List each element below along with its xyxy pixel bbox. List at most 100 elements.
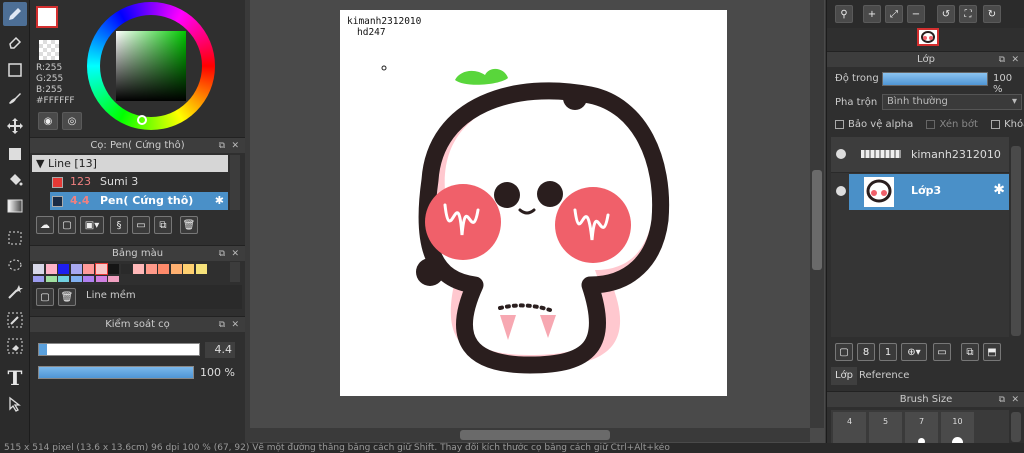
brush-list-scrollbar[interactable] xyxy=(230,155,240,210)
palette-swatch[interactable] xyxy=(70,276,82,282)
text-tool-icon[interactable]: T xyxy=(3,366,27,390)
tab-reference[interactable]: Reference xyxy=(857,367,909,385)
protect-alpha-checkbox[interactable]: Bảo vệ alpha xyxy=(835,119,913,130)
palette-scrollbar[interactable] xyxy=(230,262,240,282)
reset-view-icon[interactable]: ⛶ xyxy=(959,5,977,23)
horizontal-scroll-thumb[interactable] xyxy=(460,430,610,440)
vertical-scrollbar[interactable] xyxy=(810,0,824,428)
duplicate-layer-icon[interactable]: ⧉ xyxy=(961,343,979,361)
palette-swatch[interactable] xyxy=(94,263,108,275)
brush-size-cell[interactable]: 4 xyxy=(833,412,866,443)
saturation-value-square[interactable] xyxy=(116,31,186,101)
brush-size-cell[interactable]: 7 xyxy=(905,412,938,445)
brush-size-cell[interactable]: 5 xyxy=(869,412,902,443)
palette-swatch[interactable] xyxy=(183,264,194,274)
brush-settings-icon[interactable]: ✱ xyxy=(215,192,224,210)
layer-visibility-icon[interactable] xyxy=(836,186,846,196)
blend-mode-select[interactable]: Bình thường ▾ xyxy=(882,94,1022,110)
palette-swatch[interactable] xyxy=(120,264,132,274)
palette-swatch[interactable] xyxy=(45,264,57,274)
new-palette-icon[interactable]: ▢ xyxy=(36,288,54,306)
fill-rectangle-tool-icon[interactable] xyxy=(3,142,27,166)
tab-layer[interactable]: Lớp xyxy=(831,367,857,385)
brush-size-cell[interactable]: 10 xyxy=(941,412,974,448)
fit-screen-icon[interactable]: ⤢ xyxy=(885,5,903,23)
panel-close-icon[interactable]: ✕ xyxy=(231,141,239,151)
palette-swatch[interactable] xyxy=(83,276,94,282)
brush-item[interactable]: 123 Sumi 3 xyxy=(50,173,228,191)
brush-size-scrollbar[interactable] xyxy=(1011,412,1021,442)
brush-size-slider[interactable] xyxy=(38,343,200,356)
delete-palette-icon[interactable]: 🗑 xyxy=(58,288,76,306)
new-brush-icon[interactable]: ▢ xyxy=(58,216,76,234)
select-rectangle-tool-icon[interactable] xyxy=(3,226,27,250)
transparent-color-swatch[interactable] xyxy=(39,40,59,60)
palette-swatch[interactable] xyxy=(108,264,119,274)
hue-marker[interactable] xyxy=(137,115,147,125)
brush-group-header[interactable]: ▼ Line [13] xyxy=(32,155,228,172)
brush-item-selected[interactable]: 4.4 Pen( Cứng thô) ✱ xyxy=(50,192,228,210)
canvas-area[interactable]: kimanh2312010 hd247 xyxy=(245,0,825,443)
panel-float-icon[interactable]: ⧉ xyxy=(999,55,1005,65)
palette-swatch[interactable] xyxy=(33,264,44,274)
magic-wand-tool-icon[interactable] xyxy=(3,280,27,304)
palette-swatch[interactable] xyxy=(133,264,144,274)
color-history-icon[interactable]: ◎ xyxy=(62,112,82,130)
panel-float-icon[interactable]: ⧉ xyxy=(999,395,1005,405)
palette-swatch[interactable] xyxy=(58,276,69,282)
brush-menu-icon[interactable]: ▣▾ xyxy=(80,216,104,234)
palette-swatch[interactable] xyxy=(145,264,157,274)
new-layer-1bit-icon[interactable]: 1 xyxy=(879,343,897,361)
new-layer-icon[interactable]: ▢ xyxy=(835,343,853,361)
foreground-color-swatch[interactable] xyxy=(36,6,58,28)
palette-swatch[interactable] xyxy=(108,276,119,282)
select-eraser-tool-icon[interactable] xyxy=(3,334,27,358)
layer-visibility-icon[interactable] xyxy=(836,149,846,159)
move-tool-icon[interactable] xyxy=(3,114,27,138)
brush-tool-icon[interactable] xyxy=(3,86,27,110)
palette-name[interactable]: Line mềm xyxy=(86,290,136,301)
folder-icon[interactable]: ▭ xyxy=(132,216,150,234)
brush-script-icon[interactable]: § xyxy=(110,216,128,234)
pen-tool-icon[interactable] xyxy=(3,2,27,26)
navigator-thumbnail[interactable] xyxy=(917,28,939,46)
bucket-tool-icon[interactable] xyxy=(3,168,27,192)
lasso-tool-icon[interactable] xyxy=(3,254,27,278)
palette-swatch[interactable] xyxy=(170,264,182,274)
palette-swatch[interactable] xyxy=(83,264,94,274)
palette-swatch[interactable] xyxy=(33,276,44,282)
palette-swatch[interactable] xyxy=(158,264,169,274)
panel-close-icon[interactable]: ✕ xyxy=(231,249,239,259)
clipping-checkbox[interactable]: Xén bớt xyxy=(926,119,978,130)
layer-opacity-slider[interactable] xyxy=(882,72,988,86)
layer-folder-icon[interactable]: ▭ xyxy=(933,343,951,361)
canvas-paper[interactable]: kimanh2312010 hd247 xyxy=(340,10,727,396)
horizontal-scrollbar[interactable] xyxy=(250,428,810,442)
brush-size-value[interactable]: 4.4 xyxy=(205,342,235,358)
brush-opacity-slider[interactable] xyxy=(38,366,194,379)
panel-float-icon[interactable]: ⧉ xyxy=(219,249,225,259)
layer-list-scrollbar[interactable] xyxy=(1011,146,1021,336)
palette-icon[interactable]: ◉ xyxy=(38,112,58,130)
add-brush-icon[interactable]: ☁ xyxy=(36,216,54,234)
layer-row[interactable]: kimanh2312010 xyxy=(831,137,1009,173)
panel-close-icon[interactable]: ✕ xyxy=(1011,395,1019,405)
delete-brush-icon[interactable]: 🗑 xyxy=(180,216,198,234)
eraser-tool-icon[interactable] xyxy=(3,30,27,54)
collapse-icon[interactable]: ▼ xyxy=(36,157,44,170)
vertical-scroll-thumb[interactable] xyxy=(812,170,822,270)
palette-swatch[interactable] xyxy=(45,276,57,282)
rotate-right-icon[interactable]: ↻ xyxy=(983,5,1001,23)
rectangle-tool-icon[interactable] xyxy=(3,58,27,82)
lock-checkbox[interactable]: Khóa xyxy=(991,119,1024,130)
panel-float-icon[interactable]: ⧉ xyxy=(219,141,225,151)
layer-settings-icon[interactable]: ✱ xyxy=(993,182,1005,198)
panel-close-icon[interactable]: ✕ xyxy=(231,320,239,330)
palette-swatch[interactable] xyxy=(95,276,107,282)
duplicate-icon[interactable]: ⧉ xyxy=(154,216,172,234)
merge-layer-icon[interactable]: ⬒ xyxy=(983,343,1001,361)
layer-row-selected[interactable]: Lớp3 ✱ xyxy=(831,174,1009,210)
select-pen-tool-icon[interactable] xyxy=(3,308,27,332)
new-raster-layer-icon[interactable]: 8 xyxy=(857,343,875,361)
zoom-in-icon[interactable]: + xyxy=(863,5,881,23)
